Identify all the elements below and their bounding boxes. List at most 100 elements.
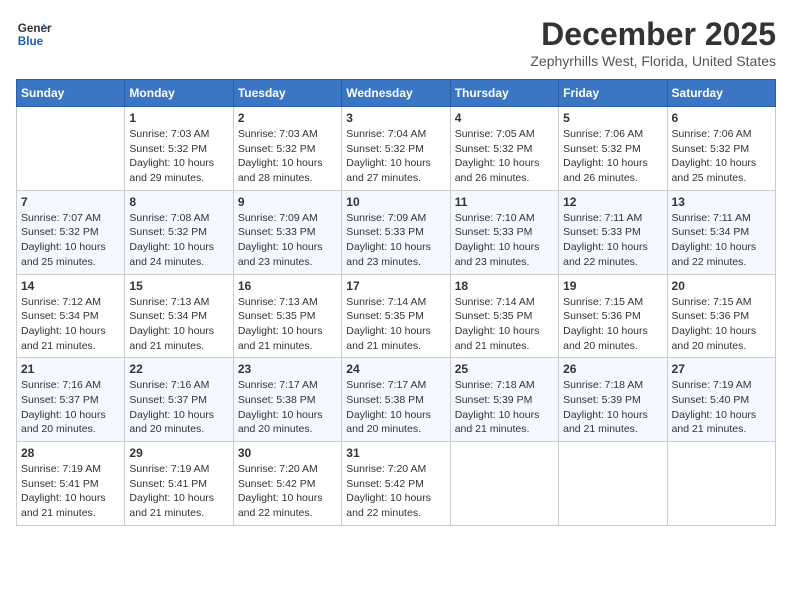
calendar-week-row: 28Sunrise: 7:19 AMSunset: 5:41 PMDayligh… [17, 442, 776, 526]
calendar-cell: 28Sunrise: 7:19 AMSunset: 5:41 PMDayligh… [17, 442, 125, 526]
calendar-cell: 27Sunrise: 7:19 AMSunset: 5:40 PMDayligh… [667, 358, 775, 442]
calendar-cell: 24 Sunrise: 7:17 AMSunset: 5:38 PMDayligh… [342, 358, 450, 442]
day-number: 11 [455, 195, 554, 209]
day-info: Sunrise: 7:04 AMSunset: 5:32 PMDaylight:… [346, 127, 445, 186]
day-number: 17 [346, 279, 445, 293]
day-info: Sunrise: 7:16 AMSunset: 5:37 PMDaylight:… [21, 378, 120, 437]
calendar-table: SundayMondayTuesdayWednesdayThursdayFrid… [16, 79, 776, 526]
day-number: 10 [346, 195, 445, 209]
day-info: Sunrise: 7:18 AMSunset: 5:39 PMDaylight:… [455, 378, 554, 437]
calendar-cell: 7 Sunrise: 7:07 AMSunset: 5:32 PMDaylight… [17, 190, 125, 274]
day-info: Sunrise: 7:15 AMSunset: 5:36 PMDaylight:… [672, 295, 771, 354]
day-info: Sunrise: 7:13 AMSunset: 5:35 PMDaylight:… [238, 295, 337, 354]
calendar-cell: 21 Sunrise: 7:16 AMSunset: 5:37 PMDayligh… [17, 358, 125, 442]
day-info: Sunrise: 7:03 AMSunset: 5:32 PMDaylight:… [238, 127, 337, 186]
day-info: Sunrise: 7:19 AMSunset: 5:40 PMDaylight:… [672, 378, 771, 437]
day-number: 19 [563, 279, 662, 293]
weekday-header-row: SundayMondayTuesdayWednesdayThursdayFrid… [17, 80, 776, 107]
day-number: 16 [238, 279, 337, 293]
calendar-cell: 9Sunrise: 7:09 AMSunset: 5:33 PMDaylight… [233, 190, 341, 274]
day-info: Sunrise: 7:16 AMSunset: 5:37 PMDaylight:… [129, 378, 228, 437]
day-number: 5 [563, 111, 662, 125]
day-number: 21 [21, 362, 120, 376]
calendar-cell: 23 Sunrise: 7:17 AMSunset: 5:38 PMDayligh… [233, 358, 341, 442]
calendar-cell [559, 442, 667, 526]
day-info: Sunrise: 7:20 AMSunset: 5:42 PMDaylight:… [238, 462, 337, 521]
day-info: Sunrise: 7:14 AMSunset: 5:35 PMDaylight:… [455, 295, 554, 354]
calendar-cell: 25 Sunrise: 7:18 AMSunset: 5:39 PMDayligh… [450, 358, 558, 442]
day-number: 7 [21, 195, 120, 209]
weekday-header-tuesday: Tuesday [233, 80, 341, 107]
day-number: 18 [455, 279, 554, 293]
calendar-cell [17, 107, 125, 191]
day-info: Sunrise: 7:11 AMSunset: 5:33 PMDaylight:… [563, 211, 662, 270]
day-number: 3 [346, 111, 445, 125]
calendar-cell: 12 Sunrise: 7:11 AMSunset: 5:33 PMDayligh… [559, 190, 667, 274]
day-number: 20 [672, 279, 771, 293]
day-number: 26 [563, 362, 662, 376]
day-info: Sunrise: 7:05 AMSunset: 5:32 PMDaylight:… [455, 127, 554, 186]
calendar-cell: 3 Sunrise: 7:04 AMSunset: 5:32 PMDaylight… [342, 107, 450, 191]
day-info: Sunrise: 7:19 AMSunset: 5:41 PMDaylight:… [129, 462, 228, 521]
calendar-cell: 29 Sunrise: 7:19 AMSunset: 5:41 PMDayligh… [125, 442, 233, 526]
day-number: 9 [238, 195, 337, 209]
day-number: 2 [238, 111, 337, 125]
day-info: Sunrise: 7:17 AMSunset: 5:38 PMDaylight:… [346, 378, 445, 437]
day-number: 30 [238, 446, 337, 460]
logo-icon: General Blue [16, 16, 52, 52]
calendar-cell: 1Sunrise: 7:03 AMSunset: 5:32 PMDaylight… [125, 107, 233, 191]
calendar-cell: 13 Sunrise: 7:11 AMSunset: 5:34 PMDayligh… [667, 190, 775, 274]
day-info: Sunrise: 7:15 AMSunset: 5:36 PMDaylight:… [563, 295, 662, 354]
day-info: Sunrise: 7:11 AMSunset: 5:34 PMDaylight:… [672, 211, 771, 270]
day-number: 15 [129, 279, 228, 293]
weekday-header-thursday: Thursday [450, 80, 558, 107]
day-info: Sunrise: 7:13 AMSunset: 5:34 PMDaylight:… [129, 295, 228, 354]
title-block: December 2025 Zephyrhills West, Florida,… [530, 16, 776, 69]
day-info: Sunrise: 7:19 AMSunset: 5:41 PMDaylight:… [21, 462, 120, 521]
day-number: 29 [129, 446, 228, 460]
calendar-cell: 10 Sunrise: 7:09 AMSunset: 5:33 PMDayligh… [342, 190, 450, 274]
day-info: Sunrise: 7:07 AMSunset: 5:32 PMDaylight:… [21, 211, 120, 270]
calendar-cell: 30 Sunrise: 7:20 AMSunset: 5:42 PMDayligh… [233, 442, 341, 526]
day-info: Sunrise: 7:12 AMSunset: 5:34 PMDaylight:… [21, 295, 120, 354]
calendar-cell: 4 Sunrise: 7:05 AMSunset: 5:32 PMDaylight… [450, 107, 558, 191]
calendar-cell: 20 Sunrise: 7:15 AMSunset: 5:36 PMDayligh… [667, 274, 775, 358]
calendar-cell [667, 442, 775, 526]
location: Zephyrhills West, Florida, United States [530, 53, 776, 69]
calendar-cell: 5Sunrise: 7:06 AMSunset: 5:32 PMDaylight… [559, 107, 667, 191]
calendar-cell: 22 Sunrise: 7:16 AMSunset: 5:37 PMDayligh… [125, 358, 233, 442]
calendar-cell: 16 Sunrise: 7:13 AMSunset: 5:35 PMDayligh… [233, 274, 341, 358]
day-number: 8 [129, 195, 228, 209]
day-info: Sunrise: 7:03 AMSunset: 5:32 PMDaylight:… [129, 127, 228, 186]
day-info: Sunrise: 7:17 AMSunset: 5:38 PMDaylight:… [238, 378, 337, 437]
day-number: 31 [346, 446, 445, 460]
calendar-cell: 31 Sunrise: 7:20 AMSunset: 5:42 PMDayligh… [342, 442, 450, 526]
day-number: 13 [672, 195, 771, 209]
day-number: 12 [563, 195, 662, 209]
calendar-cell: 17 Sunrise: 7:14 AMSunset: 5:35 PMDayligh… [342, 274, 450, 358]
calendar-cell [450, 442, 558, 526]
calendar-week-row: 14 Sunrise: 7:12 AMSunset: 5:34 PMDayligh… [17, 274, 776, 358]
day-info: Sunrise: 7:14 AMSunset: 5:35 PMDaylight:… [346, 295, 445, 354]
svg-text:Blue: Blue [18, 35, 44, 48]
calendar-cell: 18 Sunrise: 7:14 AMSunset: 5:35 PMDayligh… [450, 274, 558, 358]
day-number: 6 [672, 111, 771, 125]
calendar-cell: 15 Sunrise: 7:13 AMSunset: 5:34 PMDayligh… [125, 274, 233, 358]
day-info: Sunrise: 7:10 AMSunset: 5:33 PMDaylight:… [455, 211, 554, 270]
page-header: General Blue December 2025 Zephyrhills W… [16, 16, 776, 69]
day-number: 4 [455, 111, 554, 125]
day-number: 23 [238, 362, 337, 376]
day-number: 22 [129, 362, 228, 376]
day-number: 25 [455, 362, 554, 376]
calendar-cell: 11 Sunrise: 7:10 AMSunset: 5:33 PMDayligh… [450, 190, 558, 274]
day-number: 14 [21, 279, 120, 293]
day-info: Sunrise: 7:08 AMSunset: 5:32 PMDaylight:… [129, 211, 228, 270]
weekday-header-sunday: Sunday [17, 80, 125, 107]
day-info: Sunrise: 7:09 AMSunset: 5:33 PMDaylight:… [346, 211, 445, 270]
calendar-cell: 2 Sunrise: 7:03 AMSunset: 5:32 PMDaylight… [233, 107, 341, 191]
calendar-cell: 14 Sunrise: 7:12 AMSunset: 5:34 PMDayligh… [17, 274, 125, 358]
calendar-cell: 19 Sunrise: 7:15 AMSunset: 5:36 PMDayligh… [559, 274, 667, 358]
day-number: 24 [346, 362, 445, 376]
day-info: Sunrise: 7:20 AMSunset: 5:42 PMDaylight:… [346, 462, 445, 521]
calendar-week-row: 7 Sunrise: 7:07 AMSunset: 5:32 PMDaylight… [17, 190, 776, 274]
